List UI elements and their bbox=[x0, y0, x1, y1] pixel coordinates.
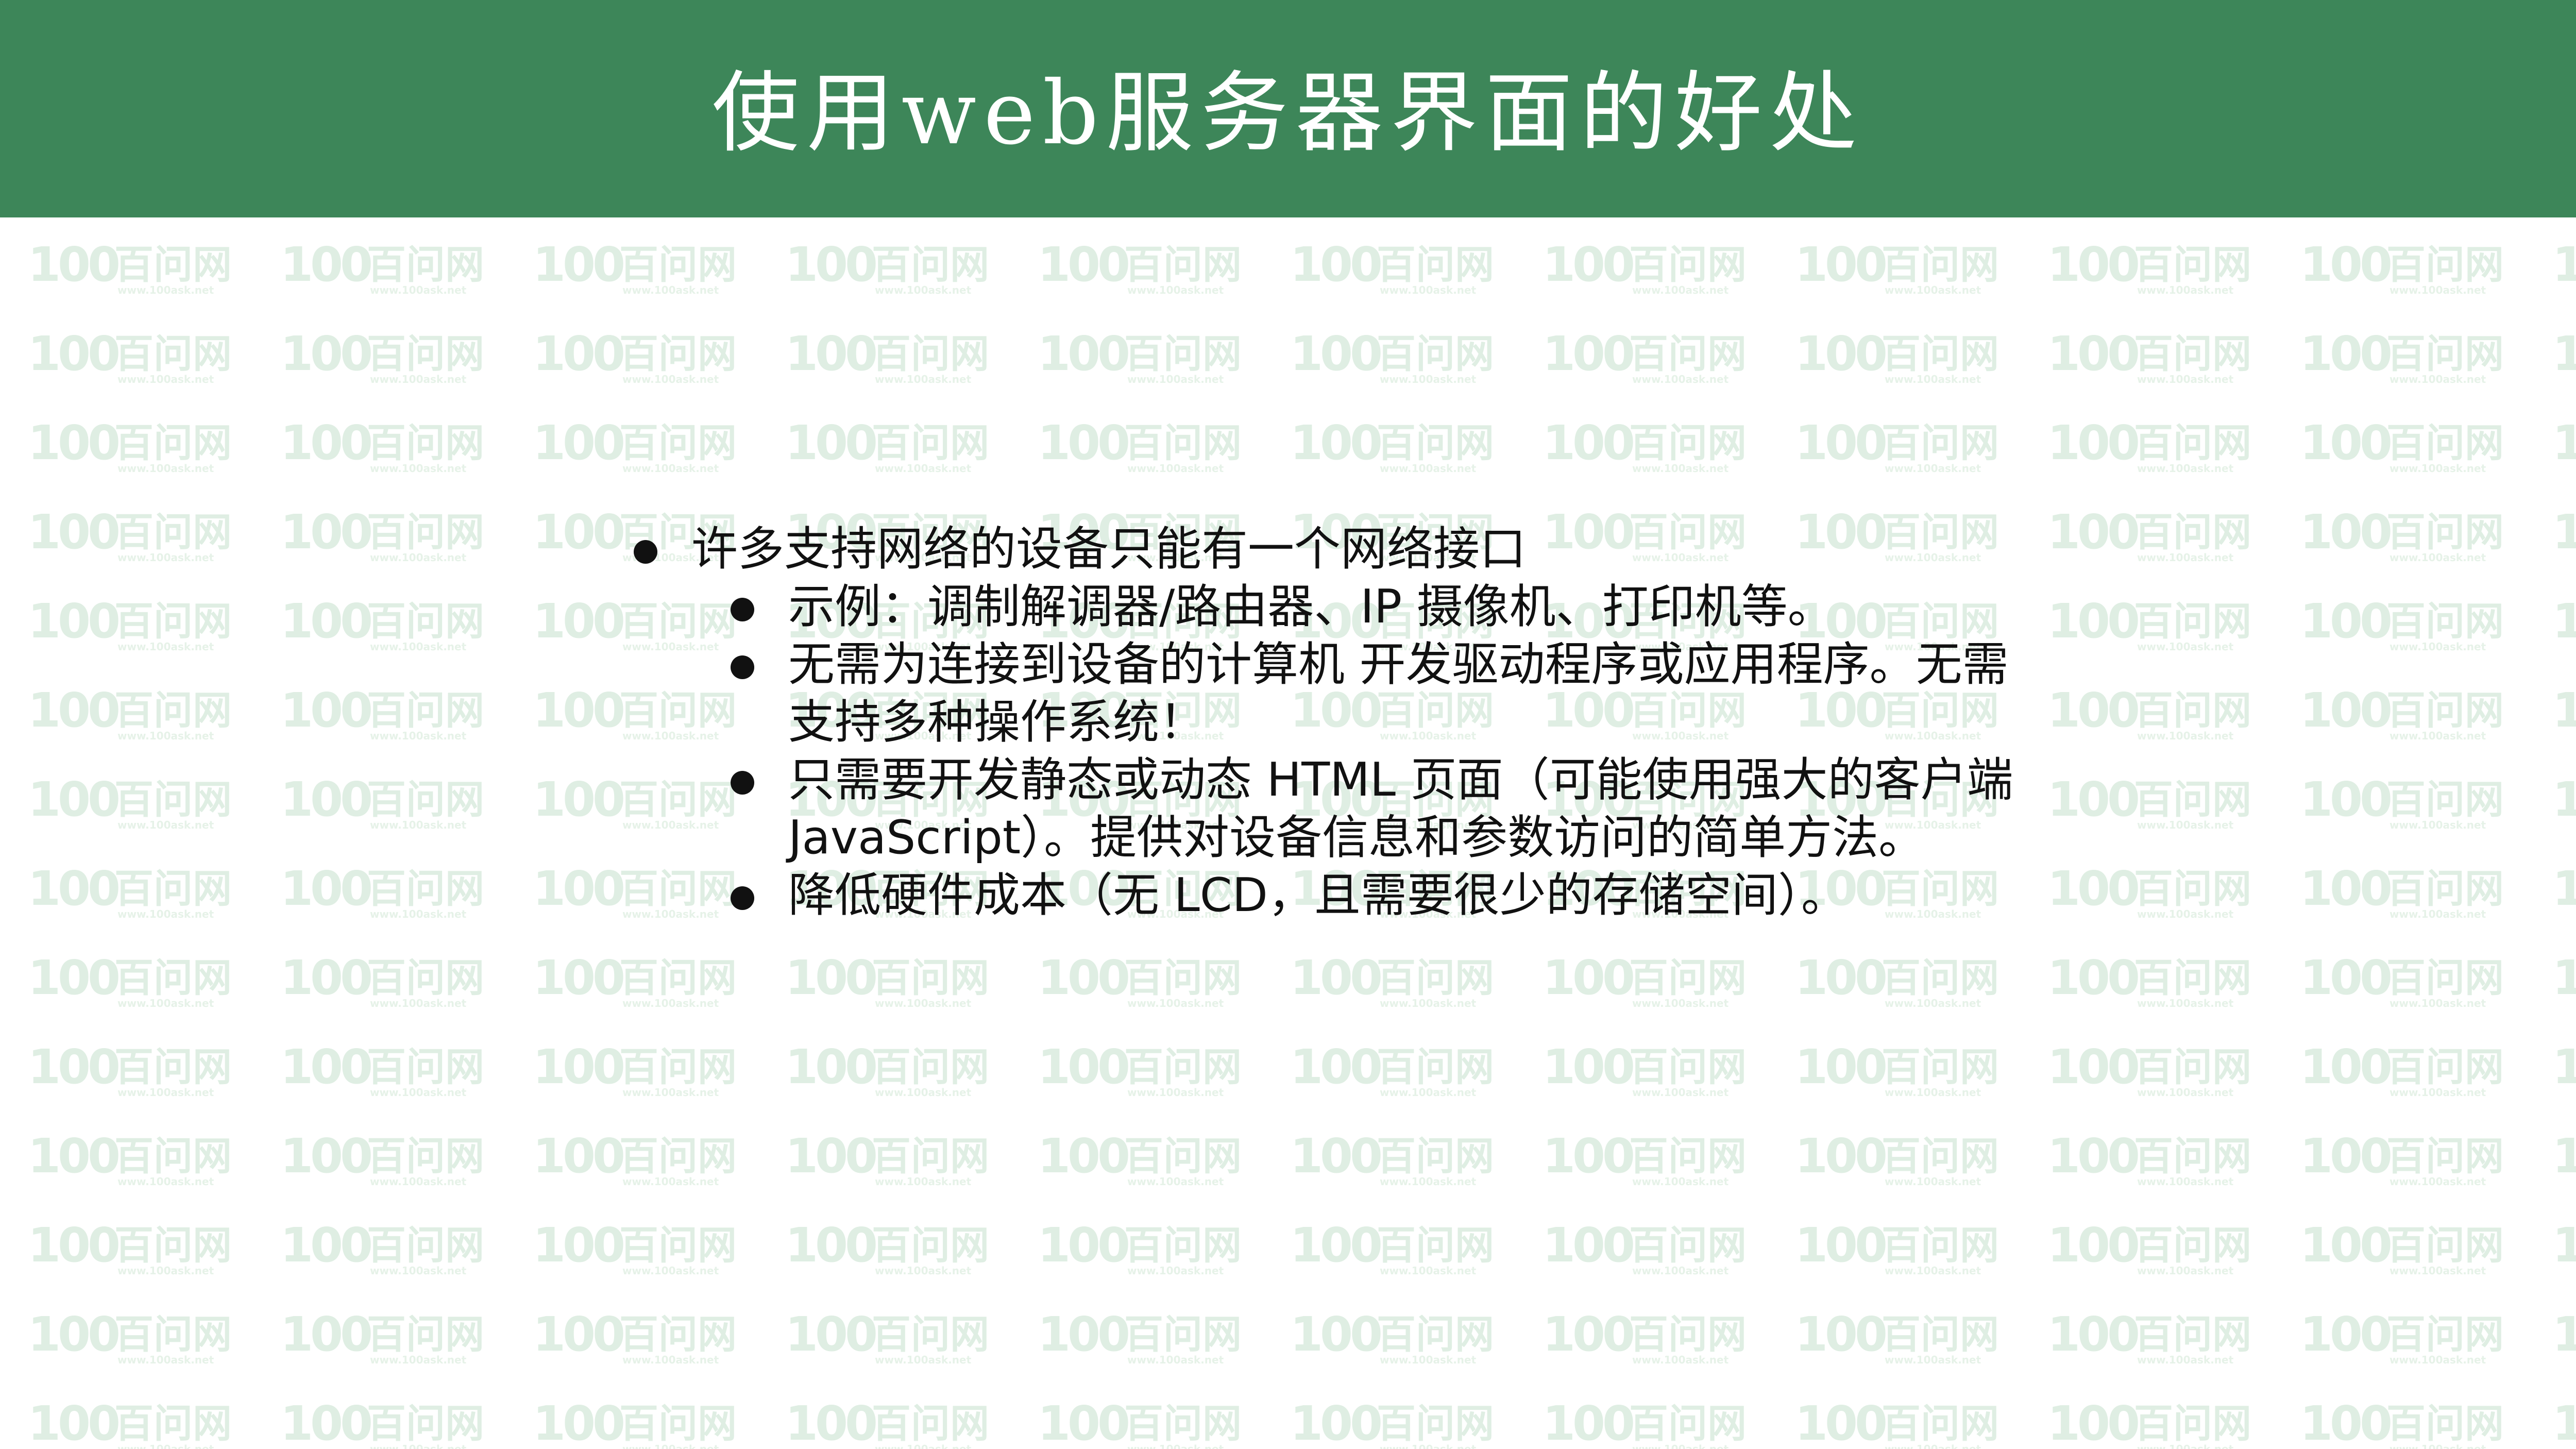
sub-bullet-text: 示例：调制解调器/路由器、IP 摄像机、打印机等。 bbox=[788, 580, 1834, 634]
slide-content: 许多支持网络的设备只能有一个网络接口 示例：调制解调器/路由器、IP 摄像机、打… bbox=[628, 520, 2019, 924]
bullet-dot-icon bbox=[731, 598, 754, 621]
sub-bullet-text: 降低硬件成本（无 LCD，且需要很少的存储空间）。 bbox=[788, 868, 1848, 922]
sub-bullet-item: 示例：调制解调器/路由器、IP 摄像机、打印机等。 bbox=[628, 578, 2019, 636]
sub-bullet-item: 只需要开发静态或动态 HTML 页面（可能使用强大的客户端 JavaScript… bbox=[628, 751, 2019, 867]
sub-bullet-item: 无需为连接到设备的计算机 开发驱动程序或应用程序。无需支持多种操作系统！ bbox=[628, 636, 2019, 751]
bullet-dot-icon bbox=[731, 655, 754, 679]
bullet-list: 许多支持网络的设备只能有一个网络接口 示例：调制解调器/路由器、IP 摄像机、打… bbox=[628, 520, 2019, 924]
bullet-item: 许多支持网络的设备只能有一个网络接口 bbox=[628, 520, 2019, 578]
slide: 100 百问网 www.100ask.net 使用web服务器界面的好处 许多支… bbox=[0, 0, 2576, 1449]
bullet-dot-icon bbox=[731, 886, 754, 910]
sub-bullet-text: 只需要开发静态或动态 HTML 页面（可能使用强大的客户端 JavaScript… bbox=[788, 753, 2013, 865]
bullet-dot-icon bbox=[634, 540, 657, 564]
sub-bullet-item: 降低硬件成本（无 LCD，且需要很少的存储空间）。 bbox=[628, 867, 2019, 924]
bullet-dot-icon bbox=[731, 771, 754, 795]
sub-bullet-text: 无需为连接到设备的计算机 开发驱动程序或应用程序。无需支持多种操作系统！ bbox=[788, 637, 2009, 749]
bullet-text: 许多支持网络的设备只能有一个网络接口 bbox=[691, 522, 1526, 576]
slide-title: 使用web服务器界面的好处 bbox=[711, 62, 1865, 164]
